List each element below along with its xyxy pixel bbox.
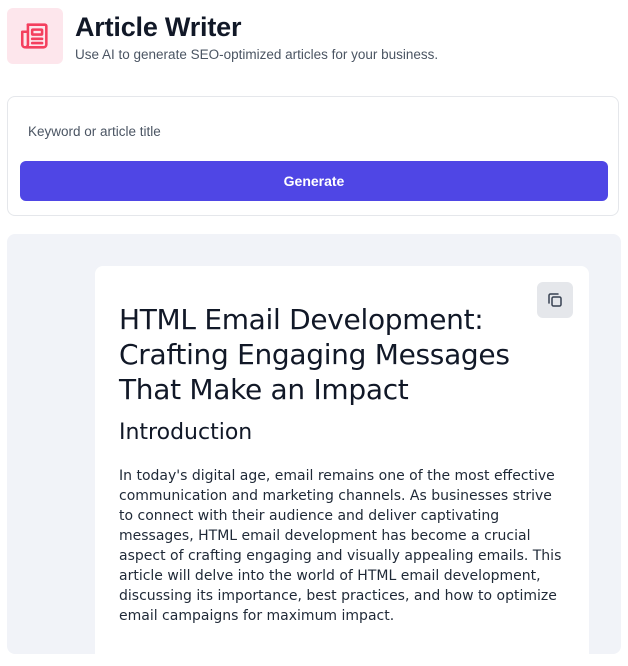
article-paragraph: In today's digital age, email remains on…: [119, 468, 562, 624]
app-logo: [7, 8, 63, 64]
newspaper-icon: [20, 23, 48, 49]
article-card: HTML Email Development: Crafting Engagin…: [95, 266, 589, 666]
article-form: Generate: [7, 96, 619, 216]
page-title: Article Writer: [75, 12, 242, 42]
keyword-input[interactable]: [20, 111, 606, 151]
article-title: HTML Email Development: Crafting Engagin…: [119, 303, 510, 406]
page-subtitle: Use AI to generate SEO-optimized article…: [75, 47, 439, 62]
article-section-heading: Introduction: [119, 420, 253, 445]
article-output-area: HTML Email Development: Crafting Engagin…: [7, 234, 621, 666]
generate-button[interactable]: Generate: [20, 161, 608, 201]
app-header: Article Writer Use AI to generate SEO-op…: [7, 8, 621, 68]
